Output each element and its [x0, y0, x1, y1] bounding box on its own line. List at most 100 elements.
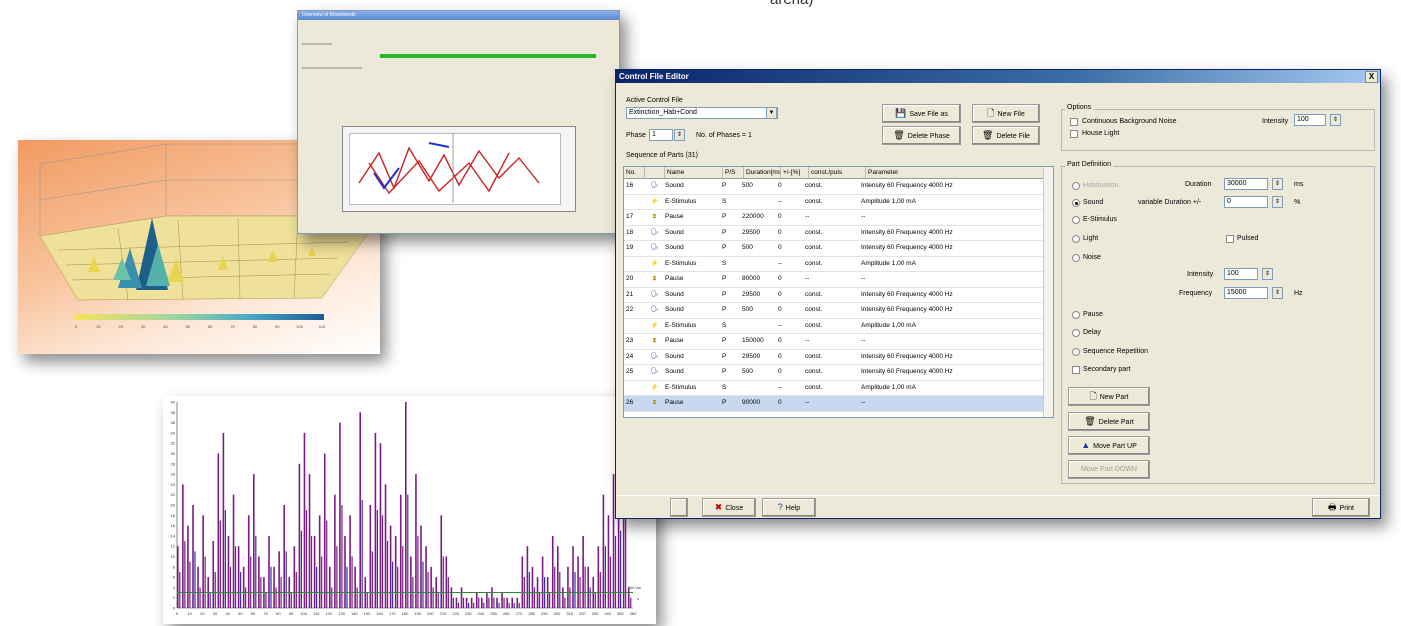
bar [562, 587, 564, 608]
sequence-grid[interactable]: No. Name P/S Duration[ms] +/-[%] const./… [623, 166, 1054, 418]
table-row[interactable]: ⚡ E-Stimulus S -- const. Amplitude 1,00 mA [624, 195, 1053, 210]
phase-field[interactable]: 1 [649, 129, 673, 141]
bar [179, 571, 181, 608]
grid-scrollbar[interactable] [1043, 167, 1053, 417]
bar [334, 494, 336, 608]
variable-duration-spinner-icon[interactable]: ⇕ [1272, 196, 1283, 208]
bar [310, 535, 313, 608]
house-light-label: House Light [1082, 130, 1120, 137]
trash-icon: 🗑 [982, 130, 994, 140]
bg-noise-checkbox[interactable] [1070, 118, 1078, 126]
cell-dur: 150000 [742, 337, 764, 344]
secondary-part-label: Secondary part [1083, 366, 1131, 373]
bar [587, 566, 589, 608]
radio-delay[interactable] [1072, 329, 1080, 337]
bar [557, 546, 559, 608]
cell-no: 17 [626, 213, 634, 220]
frequency-field[interactable]: 15000 [1224, 287, 1268, 299]
color-legend-bar [74, 314, 324, 320]
bar [432, 587, 434, 608]
secondary-part-checkbox[interactable] [1072, 366, 1080, 374]
pulsed-checkbox[interactable] [1226, 235, 1234, 243]
bar [273, 566, 275, 608]
delete-part-button[interactable]: 🗑 Delete Part [1068, 412, 1150, 431]
table-row[interactable]: 24 🗣 Sound P 29500 0 const. Intensity 60 Freque… [624, 350, 1053, 365]
table-row[interactable]: 20 ⧗ Pause P 80000 0 -- -- [624, 272, 1053, 288]
hourglass-icon: ⧗ [652, 399, 657, 406]
house-light-checkbox[interactable] [1070, 130, 1078, 138]
move-part-up-button[interactable]: ▲ Move Part UP [1068, 436, 1150, 455]
cell-dur [740, 257, 776, 272]
active-file-label: Active Control File [626, 97, 683, 104]
table-row[interactable]: ⚡ E-Stimulus S -- const. Amplitude 1,00 mA [624, 381, 1053, 396]
table-row[interactable]: 21 🗣 Sound P 29500 0 const. Intensity 60 Freque… [624, 288, 1053, 303]
movement-overview-panel: Overview of Movements [297, 10, 620, 234]
editor-title: Control File Editor [619, 72, 689, 81]
bar [316, 566, 318, 608]
intensity-field[interactable]: 100 [1224, 268, 1258, 280]
cell-param: Intensity 60 Frequency 4000 Hz [861, 352, 953, 360]
new-part-icon: 🗋 [1089, 391, 1097, 401]
duration-spinner-icon[interactable]: ⇕ [1272, 178, 1283, 190]
cell-cp: const. [805, 306, 823, 313]
y-tick-label: 40 [171, 400, 176, 405]
table-row[interactable]: 18 🗣 Sound P 29500 0 const. Intensity 60 Freque… [624, 226, 1053, 241]
radio-habituation[interactable] [1072, 182, 1080, 190]
bar [308, 474, 311, 608]
legend-tick-label: 40 [163, 324, 168, 329]
table-row[interactable]: 19 🗣 Sound P 500 0 const. Intensity 60 Frequenc… [624, 241, 1053, 257]
table-row[interactable]: 23 ⧗ Pause P 150000 0 -- -- [624, 334, 1053, 350]
delete-phase-button[interactable]: 🗑 Delete Phase [882, 126, 961, 145]
bar [513, 602, 515, 608]
ok-button[interactable] [670, 498, 688, 517]
bar [627, 587, 630, 608]
variable-duration-field[interactable]: 0 [1224, 196, 1268, 208]
save-file-as-button[interactable]: 💾 Save File as [882, 104, 961, 123]
radio-sequence-repetition[interactable] [1072, 348, 1080, 356]
bar [265, 592, 267, 608]
options-intensity-field[interactable]: 100 [1294, 114, 1326, 126]
cell-no: 24 [626, 352, 634, 360]
new-file-button[interactable]: 🗋 New File [972, 104, 1040, 123]
x-tick-label: 200 [427, 611, 434, 616]
options-intensity-spinner-icon[interactable]: ⇕ [1330, 114, 1341, 126]
frequency-spinner-icon[interactable]: ⇕ [1272, 287, 1283, 299]
y-tick-label: 28 [171, 461, 176, 466]
move-part-down-button[interactable]: Move Part DOWN [1068, 460, 1150, 479]
bar [602, 494, 605, 608]
radio-estimulus[interactable] [1072, 216, 1080, 224]
bar [303, 432, 306, 608]
duration-field[interactable]: 30000 [1224, 178, 1268, 190]
table-row[interactable]: 17 ⧗ Pause P 220000 0 -- -- [624, 210, 1053, 226]
bar [503, 597, 505, 608]
cell-pm: 0 [778, 399, 782, 406]
new-part-button[interactable]: 🗋 New Part [1068, 387, 1150, 406]
close-x-button[interactable]: X [1365, 71, 1378, 83]
delete-file-button[interactable]: 🗑 Delete File [972, 126, 1040, 145]
cell-pm: 0 [778, 275, 782, 282]
chevron-down-icon[interactable]: ▼ [766, 107, 777, 119]
bar [572, 546, 574, 608]
table-row[interactable]: 22 🗣 Sound P 500 0 const. Intensity 60 Frequenc… [624, 303, 1053, 319]
bar [488, 597, 490, 608]
intensity-spinner-icon[interactable]: ⇕ [1262, 268, 1273, 280]
print-button[interactable]: 🖶 Print [1312, 498, 1370, 517]
habituation-label: Habituation [1083, 182, 1119, 189]
close-button[interactable]: ✖ Close [702, 498, 756, 517]
bar [240, 571, 242, 608]
table-row[interactable]: ⚡ E-Stimulus S -- const. Amplitude 1,00 mA [624, 319, 1053, 334]
radio-noise[interactable] [1072, 254, 1080, 262]
table-row[interactable]: ⚡ E-Stimulus S -- const. Amplitude 1,00 mA [624, 257, 1053, 272]
trash-icon: 🗑 [1084, 416, 1096, 426]
cell-ps: S [722, 259, 727, 267]
radio-pause[interactable] [1072, 311, 1080, 319]
cell-ps: P [722, 368, 727, 375]
radio-light[interactable] [1072, 235, 1080, 243]
table-row[interactable]: 16 🗣 Sound P 500 0 const. Intensity 60 Frequenc… [624, 179, 1053, 195]
help-button[interactable]: ? Help [762, 498, 816, 517]
radio-sound[interactable] [1072, 199, 1080, 207]
table-row[interactable]: 25 🗣 Sound P 500 0 const. Intensity 60 Frequenc… [624, 365, 1053, 381]
phase-spinner-icon[interactable]: ⇕ [674, 129, 685, 141]
table-row[interactable]: 26 ⧗ Pause P 90000 0 -- -- [624, 396, 1053, 412]
active-file-select[interactable]: Extinction_Hab+Cond [626, 107, 778, 119]
